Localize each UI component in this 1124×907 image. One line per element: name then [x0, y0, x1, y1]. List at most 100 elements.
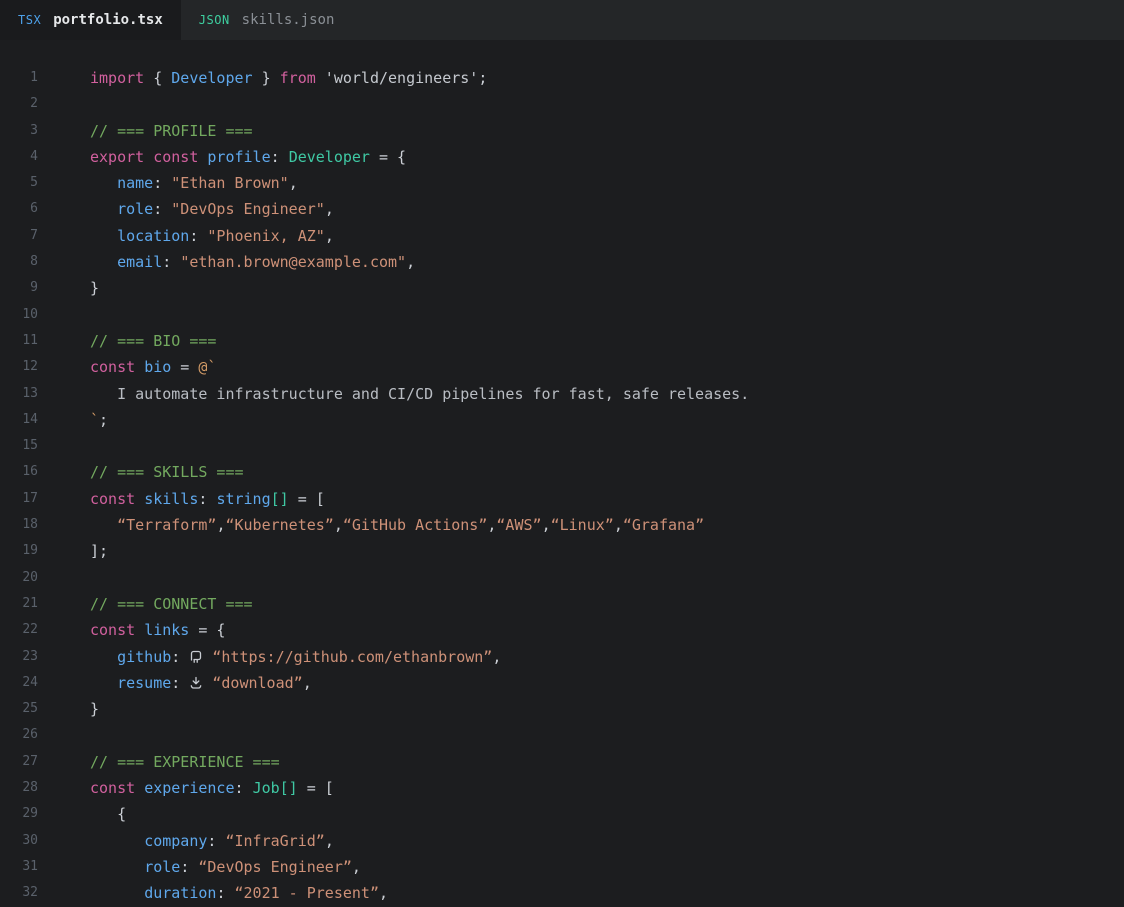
code-token: // === BIO === — [90, 332, 216, 350]
code-token — [90, 648, 117, 666]
code-text: role: "DevOps Engineer", — [38, 196, 334, 222]
code-text: ]; — [38, 538, 108, 564]
line-number: 19 — [0, 538, 38, 564]
code-token — [90, 858, 144, 876]
code-token — [135, 490, 144, 508]
code-text: const experience: Job[] = [ — [38, 775, 334, 801]
line-number: 13 — [0, 381, 38, 407]
code-line[interactable]: 30 company: “InfraGrid”, — [0, 828, 1124, 854]
line-number: 10 — [0, 302, 38, 328]
code-token: string — [216, 490, 270, 508]
code-text: const bio = @` — [38, 354, 216, 380]
code-token: “DevOps Engineer” — [198, 858, 352, 876]
code-text: “Terraform”,“Kubernetes”,“GitHub Actions… — [38, 512, 704, 538]
line-number: 9 — [0, 275, 38, 301]
code-token: experience — [144, 779, 234, 797]
code-line[interactable]: 3 // === PROFILE === — [0, 118, 1124, 144]
code-token: , — [542, 516, 551, 534]
code-line[interactable]: 18 “Terraform”,“Kubernetes”,“GitHub Acti… — [0, 512, 1124, 538]
code-token: const — [90, 621, 135, 639]
code-line[interactable]: 20 — [0, 565, 1124, 591]
code-line[interactable]: 22const links = { — [0, 617, 1124, 643]
code-line[interactable]: 9} — [0, 275, 1124, 301]
code-text: github: “https://github.com/ethanbrown”, — [38, 644, 501, 672]
code-line[interactable]: 11 // === BIO === — [0, 328, 1124, 354]
code-token: // === PROFILE === — [90, 122, 253, 140]
code-line[interactable]: 13 I automate infrastructure and CI/CD p… — [0, 381, 1124, 407]
line-number: 32 — [0, 880, 38, 906]
line-number: 17 — [0, 486, 38, 512]
tab-label: portfolio.tsx — [53, 12, 163, 28]
code-text: // === BIO === — [38, 328, 216, 354]
code-token: I automate infrastructure and CI/CD pipe… — [90, 385, 749, 403]
code-line[interactable]: 24 resume: “download”, — [0, 670, 1124, 696]
line-number: 12 — [0, 354, 38, 380]
code-text: // === CONNECT === — [38, 591, 253, 617]
code-token: skills — [144, 490, 198, 508]
code-line[interactable]: 21// === CONNECT === — [0, 591, 1124, 617]
code-token: , — [614, 516, 623, 534]
code-line[interactable]: 5 name: "Ethan Brown", — [0, 170, 1124, 196]
code-token — [90, 200, 117, 218]
code-token: , — [325, 832, 334, 850]
code-line[interactable]: 10 — [0, 302, 1124, 328]
file-type-badge-json: JSON — [199, 13, 230, 27]
code-line[interactable]: 28const experience: Job[] = [ — [0, 775, 1124, 801]
code-token: , — [303, 674, 312, 692]
code-line[interactable]: 17const skills: string[] = [ — [0, 486, 1124, 512]
code-token: “Linux” — [551, 516, 614, 534]
code-token: ` — [90, 411, 99, 429]
code-line[interactable]: 12const bio = @` — [0, 354, 1124, 380]
code-line[interactable]: 19]; — [0, 538, 1124, 564]
code-token: // === CONNECT === — [90, 595, 253, 613]
code-line[interactable]: 15 — [0, 433, 1124, 459]
code-editor[interactable]: 1import { Developer } from 'world/engine… — [0, 40, 1124, 907]
code-token — [90, 674, 117, 692]
code-token: , — [334, 516, 343, 534]
code-line[interactable]: 26 — [0, 722, 1124, 748]
tab-portfolio-tsx[interactable]: TSX portfolio.tsx — [0, 0, 181, 40]
code-token: = { — [370, 148, 406, 166]
line-number: 28 — [0, 775, 38, 801]
code-token: // === EXPERIENCE === — [90, 753, 280, 771]
code-token: ; — [99, 411, 108, 429]
code-line[interactable]: 16// === SKILLS === — [0, 459, 1124, 485]
code-token: const — [90, 358, 135, 376]
line-number: 7 — [0, 223, 38, 249]
code-token: = [ — [298, 779, 334, 797]
code-line[interactable]: 27// === EXPERIENCE === — [0, 749, 1124, 775]
code-line[interactable]: 8 email: "ethan.brown@example.com", — [0, 249, 1124, 275]
code-line[interactable]: 14`; — [0, 407, 1124, 433]
code-text: const skills: string[] = [ — [38, 486, 325, 512]
code-token: @` — [198, 358, 216, 376]
code-token: import — [90, 69, 144, 87]
code-line[interactable]: 25} — [0, 696, 1124, 722]
code-token — [90, 832, 144, 850]
code-line[interactable]: 32 duration: “2021 - Present”, — [0, 880, 1124, 906]
code-line[interactable]: 31 role: “DevOps Engineer”, — [0, 854, 1124, 880]
github-icon — [189, 646, 203, 672]
code-text: email: "ethan.brown@example.com", — [38, 249, 415, 275]
tab-skills-json[interactable]: JSON skills.json — [181, 0, 353, 40]
line-number: 8 — [0, 249, 38, 275]
code-line[interactable]: 23 github: “https://github.com/ethanbrow… — [0, 644, 1124, 670]
code-line[interactable]: 7 location: "Phoenix, AZ", — [0, 223, 1124, 249]
code-line[interactable]: 6 role: "DevOps Engineer", — [0, 196, 1124, 222]
code-line[interactable]: 29 { — [0, 801, 1124, 827]
code-token: { — [90, 805, 126, 823]
code-token: “https://github.com/ethanbrown” — [212, 648, 492, 666]
code-token: from — [280, 69, 316, 87]
line-number: 11 — [0, 328, 38, 354]
line-number: 29 — [0, 801, 38, 827]
code-line[interactable]: 2 — [0, 91, 1124, 117]
code-token: : — [162, 253, 180, 271]
line-number: 1 — [0, 65, 38, 91]
code-token: company — [144, 832, 207, 850]
line-number: 3 — [0, 118, 38, 144]
code-token: , — [289, 174, 298, 192]
code-line[interactable]: 1import { Developer } from 'world/engine… — [0, 65, 1124, 91]
line-number: 6 — [0, 196, 38, 222]
code-token: links — [144, 621, 189, 639]
code-line[interactable]: 4export const profile: Developer = { — [0, 144, 1124, 170]
code-token: } — [90, 279, 99, 297]
